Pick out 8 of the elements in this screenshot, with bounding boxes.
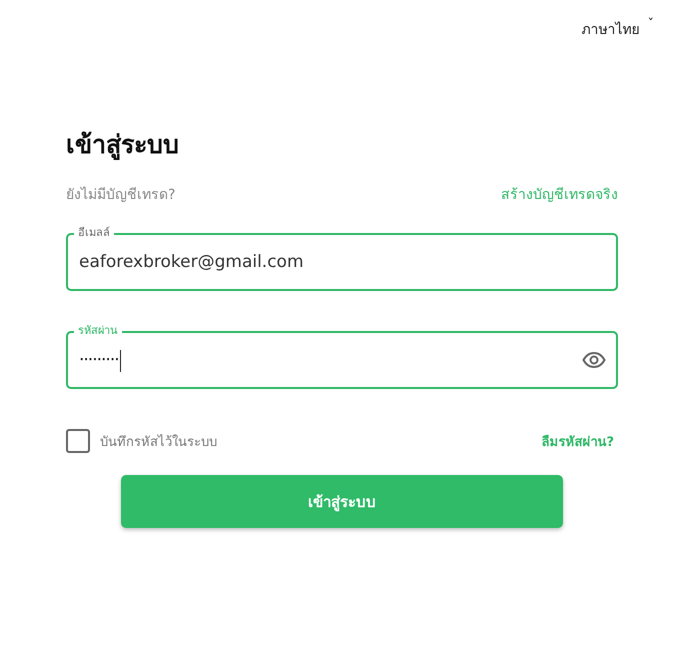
eye-icon[interactable]	[582, 351, 606, 369]
caret-icon[interactable]: ˇ	[648, 18, 654, 32]
remember-label[interactable]: บันทึกรหัสไว้ในระบบ	[100, 430, 217, 452]
language-selector[interactable]: ภาษาไทย	[582, 18, 640, 40]
page-title: เข้าสู่ระบบ	[66, 129, 180, 162]
remember-checkbox[interactable]	[66, 429, 90, 453]
text-cursor	[120, 350, 121, 372]
signup-prompt: ยังไม่มีบัญชีเทรด?	[66, 186, 176, 205]
